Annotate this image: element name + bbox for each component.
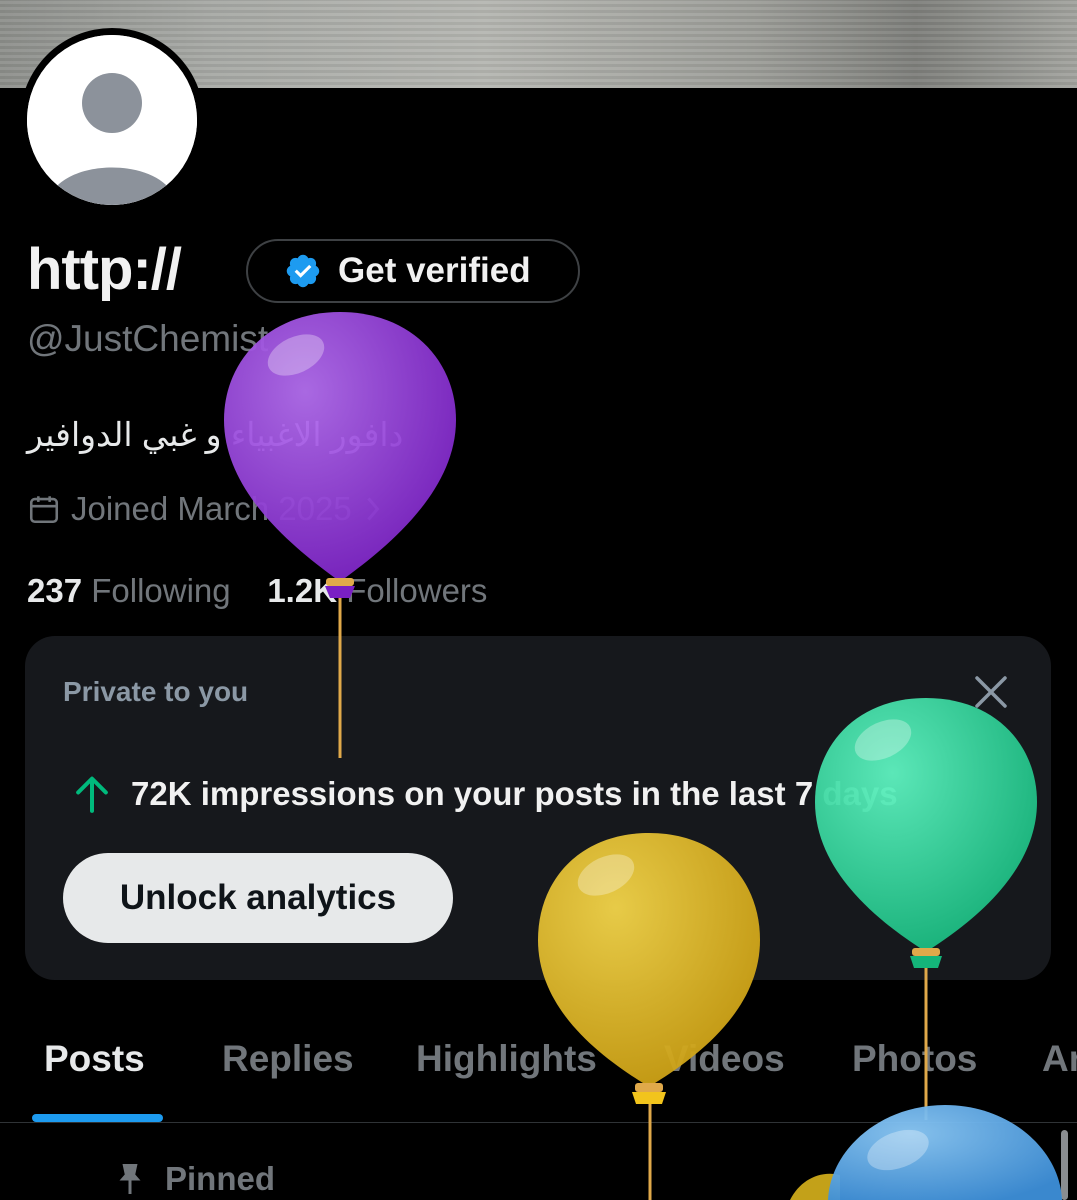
followers-count: 1.2K: [267, 572, 338, 609]
followers-link[interactable]: 1.2K Followers: [267, 572, 487, 609]
close-icon[interactable]: [971, 672, 1011, 712]
get-verified-label: Get verified: [338, 251, 531, 290]
pinned-indicator: Pinned: [115, 1160, 275, 1198]
profile-handle: @JustChemist: [27, 318, 269, 359]
pin-icon: [119, 1164, 141, 1194]
scrollbar[interactable]: [1061, 1130, 1068, 1200]
following-label: Following: [91, 572, 231, 609]
arrow-up-icon: [76, 776, 108, 813]
chevron-right-icon: [367, 497, 380, 521]
verified-badge-icon: [286, 254, 320, 288]
tab-highlights[interactable]: Highlights: [416, 1038, 597, 1080]
tabs-divider: [0, 1122, 1077, 1123]
unlock-analytics-button[interactable]: Unlock analytics: [63, 853, 453, 943]
joined-label: Joined March 2025: [71, 490, 352, 527]
tab-replies[interactable]: Replies: [222, 1038, 354, 1080]
follow-stats: 237 Following 1.2K Followers: [27, 572, 487, 610]
impressions-message: 72K impressions on your posts in the las…: [131, 775, 898, 812]
get-verified-button[interactable]: Get verified: [246, 239, 580, 303]
tab-videos[interactable]: Videos: [664, 1038, 785, 1080]
impressions-insight: 72K impressions on your posts in the las…: [73, 774, 898, 814]
tab-photos[interactable]: Photos: [852, 1038, 977, 1080]
following-count: 237: [27, 572, 83, 609]
private-to-you-label: Private to you: [63, 676, 249, 707]
active-tab-indicator: [32, 1114, 163, 1122]
pinned-label: Pinned: [165, 1160, 276, 1197]
default-avatar-icon: [27, 35, 197, 205]
tab-posts[interactable]: Posts: [44, 1038, 145, 1080]
analytics-insight-card: Private to you 72K impressions on your p…: [25, 636, 1051, 980]
calendar-icon: [29, 496, 59, 524]
joined-date[interactable]: Joined March 2025: [27, 490, 384, 528]
profile-display-name: http://: [27, 237, 182, 302]
avatar[interactable]: [27, 35, 197, 205]
profile-bio: دافور الاغبياء و غبي الدوافير: [27, 416, 404, 453]
followers-label: Followers: [346, 572, 488, 609]
tab-articles[interactable]: Ar: [1042, 1038, 1077, 1080]
following-link[interactable]: 237 Following: [27, 572, 231, 609]
profile-tabs: Posts Replies Highlights Videos Photos A…: [0, 1030, 1077, 1122]
